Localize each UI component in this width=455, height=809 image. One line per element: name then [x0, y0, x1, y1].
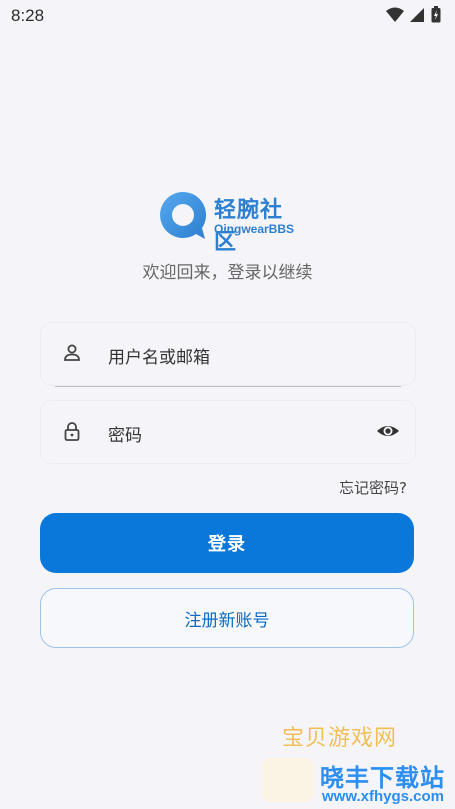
password-field[interactable]: 密码 [40, 400, 416, 464]
username-underline [55, 386, 401, 387]
chat-bubble-logo-icon [160, 191, 207, 239]
lock-icon [64, 422, 80, 441]
password-placeholder: 密码 [108, 426, 142, 446]
person-icon [64, 344, 80, 361]
username-field[interactable]: 用户名或邮箱 [40, 322, 416, 387]
login-button[interactable]: 登录 [40, 513, 414, 573]
brand-subtitle: QingwearBBS [214, 222, 295, 236]
wifi-icon [386, 7, 404, 22]
status-bar: 8:28 [0, 0, 455, 34]
status-icons [386, 6, 441, 23]
status-time: 8:28 [11, 6, 45, 25]
app-logo: 轻腕社区 QingwearBBS [158, 190, 298, 255]
watermark-url: www.xfhygs.com [322, 788, 444, 805]
register-button[interactable]: 注册新账号 [40, 588, 414, 648]
watermark-top-text: 宝贝游戏网 [282, 726, 398, 751]
forgot-password-link[interactable]: 忘记密码? [339, 477, 407, 498]
signal-icon [410, 7, 424, 22]
username-placeholder: 用户名或邮箱 [108, 348, 210, 368]
watermark-logo-icon [262, 758, 314, 802]
battery-icon [431, 6, 441, 23]
watermark: 宝贝游戏网 晓丰下载站 www.xfhygs.com [262, 720, 452, 806]
show-password-icon[interactable] [375, 420, 401, 442]
welcome-tagline: 欢迎回来，登录以继续 [142, 263, 313, 283]
